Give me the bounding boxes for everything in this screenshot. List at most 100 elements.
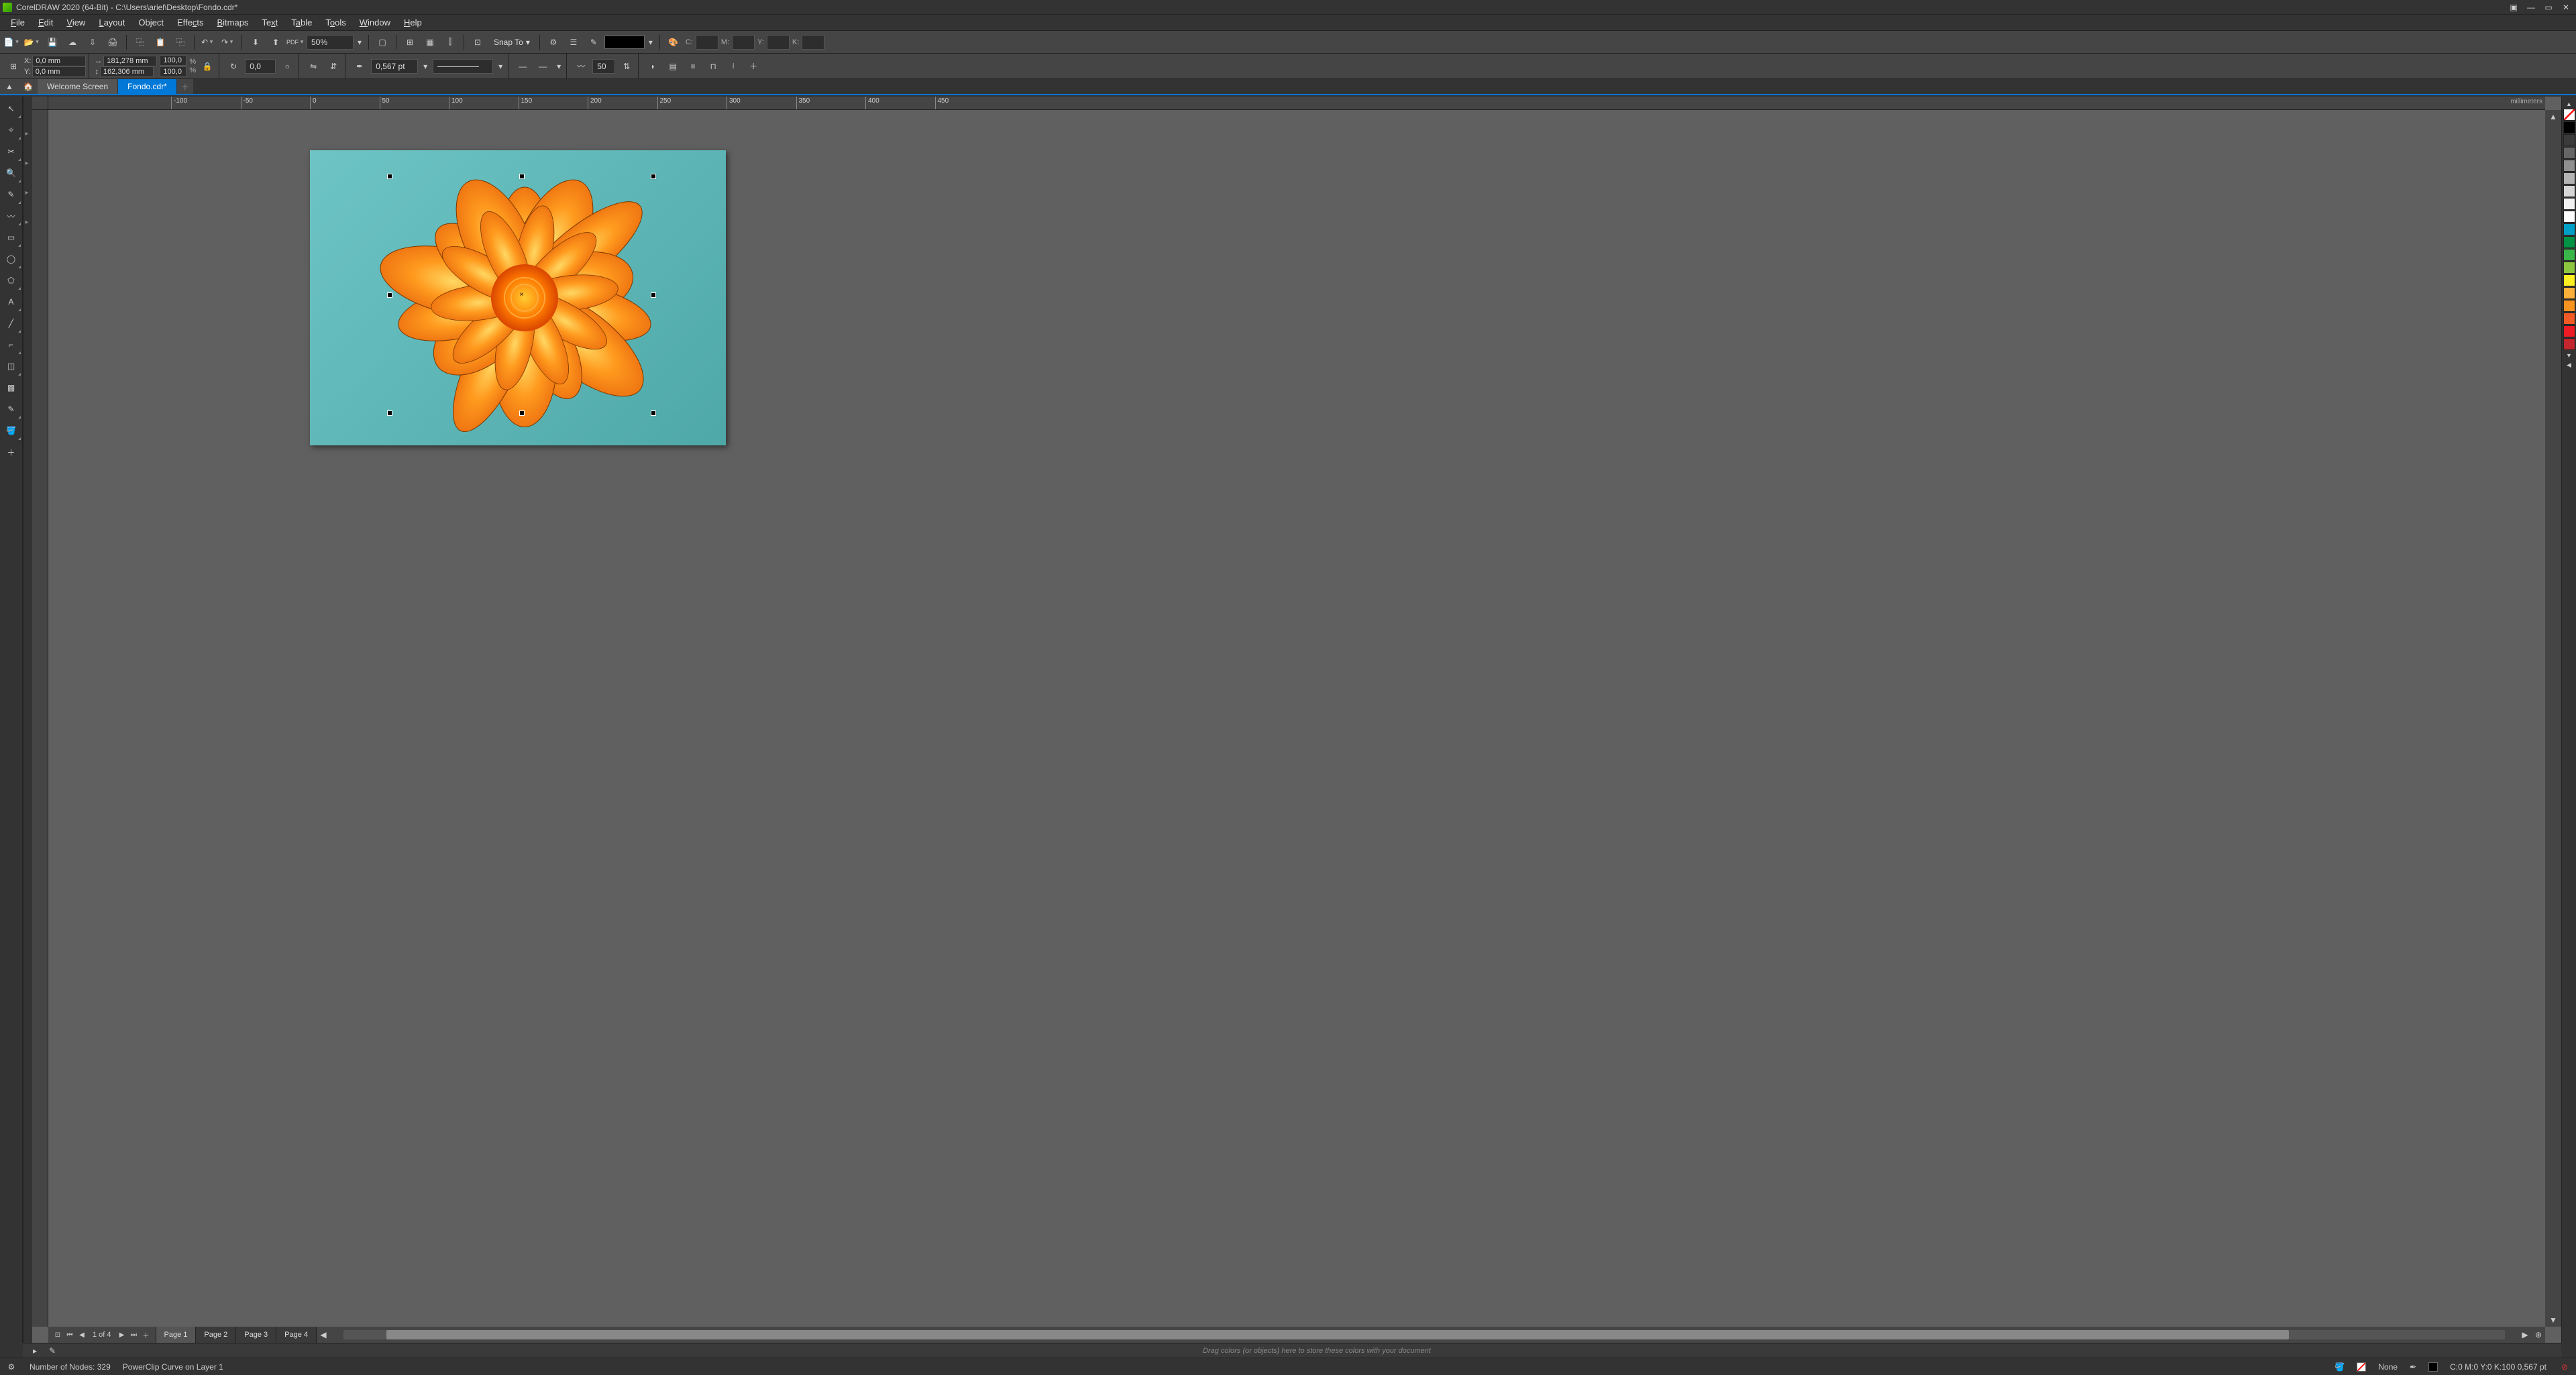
menu-text[interactable]: Text xyxy=(255,15,284,30)
outline-width-input[interactable] xyxy=(371,59,418,74)
add-tool-button[interactable]: ＋ xyxy=(1,442,21,462)
close-button[interactable]: ✕ xyxy=(2559,2,2573,13)
menu-window[interactable]: Window xyxy=(353,15,397,30)
freehand-tool[interactable]: ✎ xyxy=(1,184,21,205)
height-input[interactable] xyxy=(100,66,154,77)
spinner-icon[interactable]: ⇅ xyxy=(618,58,635,75)
tab-welcome[interactable]: Welcome Screen xyxy=(38,79,118,94)
drop-shadow-tool[interactable]: ◫ xyxy=(1,356,21,376)
angle-preset-icon[interactable]: ○ xyxy=(278,58,296,75)
selection-handle-se[interactable] xyxy=(651,410,656,416)
paste-button[interactable]: 📋 xyxy=(151,34,170,51)
cloud-down-icon[interactable]: ⇩ xyxy=(83,34,102,51)
pick-tool-mini-icon[interactable]: ▲ xyxy=(0,79,19,94)
pen-icon[interactable]: ✎ xyxy=(584,34,603,51)
flyout-handle[interactable]: ▸ xyxy=(23,130,30,137)
palette-up-icon[interactable]: ▲ xyxy=(2563,99,2575,109)
page-tab-3[interactable]: Page 3 xyxy=(236,1327,276,1343)
wrap-text-icon[interactable]: ▤ xyxy=(664,58,682,75)
menu-effects[interactable]: Effects xyxy=(170,15,211,30)
color-swatch[interactable] xyxy=(2563,300,2575,312)
color-swatch[interactable] xyxy=(2563,134,2575,146)
tab-active-document[interactable]: Fondo.cdr* xyxy=(118,79,177,94)
selection-center[interactable]: × xyxy=(519,292,524,297)
c-input[interactable] xyxy=(696,35,718,50)
color-caret[interactable]: ▾ xyxy=(646,34,655,51)
lock-ratio-icon[interactable]: 🔒 xyxy=(199,58,216,75)
outline-caret[interactable]: ▾ xyxy=(421,58,430,75)
scroll-up-icon[interactable]: ▲ xyxy=(2546,110,2560,123)
order-icon[interactable]: ⊓ xyxy=(704,58,722,75)
menu-table[interactable]: Table xyxy=(284,15,319,30)
status-gear-icon[interactable]: ⚙ xyxy=(5,1361,17,1373)
color-swatch[interactable] xyxy=(2563,121,2575,133)
mirror-h-icon[interactable]: ⇋ xyxy=(305,58,322,75)
ruler-origin-icon[interactable] xyxy=(32,97,48,110)
scale-y-input[interactable] xyxy=(160,66,186,77)
last-page-icon[interactable]: ⏭ xyxy=(129,1329,140,1340)
vertical-ruler[interactable] xyxy=(32,110,48,1327)
selection-handle-n[interactable] xyxy=(519,174,525,179)
selection-handle-w[interactable] xyxy=(387,292,392,298)
color-swatch[interactable] xyxy=(2563,262,2575,274)
zoom-tool[interactable]: 🔍 xyxy=(1,163,21,183)
selection-handle-sw[interactable] xyxy=(387,410,392,416)
doc-palette-eyedropper-icon[interactable]: ✎ xyxy=(46,1344,59,1358)
color-swatch[interactable] xyxy=(2563,313,2575,325)
k-input[interactable] xyxy=(802,35,824,50)
color-swatch[interactable] xyxy=(2563,223,2575,235)
fill-color-box[interactable] xyxy=(604,36,645,49)
properties-icon[interactable]: ⟊ xyxy=(724,58,742,75)
scale-x-input[interactable] xyxy=(160,55,186,66)
mirror-v-icon[interactable]: ⇵ xyxy=(325,58,342,75)
color-swatch[interactable] xyxy=(2563,338,2575,350)
ellipse-tool[interactable]: ◯ xyxy=(1,249,21,269)
status-outline-swatch[interactable] xyxy=(2428,1362,2438,1372)
page-menu-icon[interactable]: ⊡ xyxy=(52,1329,63,1340)
color-swatch[interactable] xyxy=(2563,147,2575,159)
start-arrow-dropdown[interactable]: — xyxy=(514,58,531,75)
shape-tool[interactable]: ✧ xyxy=(1,120,21,140)
color-swatch[interactable] xyxy=(2563,249,2575,261)
flyout-handle[interactable]: ▸ xyxy=(23,189,30,196)
zoom-caret[interactable]: ▾ xyxy=(355,34,364,51)
guidelines-icon[interactable]: ⫿ xyxy=(441,34,460,51)
color-swatch[interactable] xyxy=(2563,172,2575,184)
crop-tool[interactable]: ✂ xyxy=(1,142,21,162)
color-swatch[interactable] xyxy=(2563,274,2575,286)
selection-handle-nw[interactable] xyxy=(387,174,392,179)
zoom-input[interactable] xyxy=(307,35,354,50)
copy-button[interactable]: ⿻ xyxy=(131,34,150,51)
color-swatch[interactable] xyxy=(2563,236,2575,248)
open-button[interactable]: 📂▾ xyxy=(23,34,42,51)
h-scroll-thumb[interactable] xyxy=(386,1330,2288,1339)
horizontal-ruler[interactable]: -100-50050100150200250300350400450 milli… xyxy=(48,97,2545,110)
flyout-handle[interactable]: ▸ xyxy=(23,219,30,225)
grid-icon[interactable]: ▦ xyxy=(421,34,439,51)
color-wheel-icon[interactable]: 🎨 xyxy=(664,34,683,51)
color-swatch[interactable] xyxy=(2563,160,2575,172)
selection-handle-s[interactable] xyxy=(519,410,525,416)
scroll-down-icon[interactable]: ▼ xyxy=(2546,1313,2560,1327)
pick-tool[interactable]: ↖ xyxy=(1,99,21,119)
m-input[interactable] xyxy=(732,35,755,50)
menu-edit[interactable]: Edit xyxy=(32,15,60,30)
options-icon[interactable]: ⚙ xyxy=(544,34,563,51)
first-page-icon[interactable]: ⏮ xyxy=(64,1329,75,1340)
snap-off-icon[interactable]: ⊡ xyxy=(468,34,487,51)
rulers-icon[interactable]: ⊞ xyxy=(400,34,419,51)
width-input[interactable] xyxy=(103,56,157,66)
y-input[interactable] xyxy=(32,66,86,77)
copies-input[interactable] xyxy=(592,59,615,74)
maximize-button[interactable]: ▭ xyxy=(2541,2,2556,13)
fill-tool[interactable]: 🪣 xyxy=(1,421,21,441)
scroll-left-icon[interactable]: ◀ xyxy=(317,1328,330,1341)
doc-palette-menu-icon[interactable]: ▸ xyxy=(28,1344,42,1358)
rectangle-tool[interactable]: ▭ xyxy=(1,227,21,248)
add-icon[interactable]: ＋ xyxy=(745,58,762,75)
page-tab-1[interactable]: Page 1 xyxy=(156,1327,197,1343)
angle-input[interactable] xyxy=(245,59,276,74)
undo-button[interactable]: ↶▾ xyxy=(199,34,217,51)
y-input[interactable] xyxy=(767,35,790,50)
doc-no-color-swatch[interactable] xyxy=(63,1345,74,1356)
